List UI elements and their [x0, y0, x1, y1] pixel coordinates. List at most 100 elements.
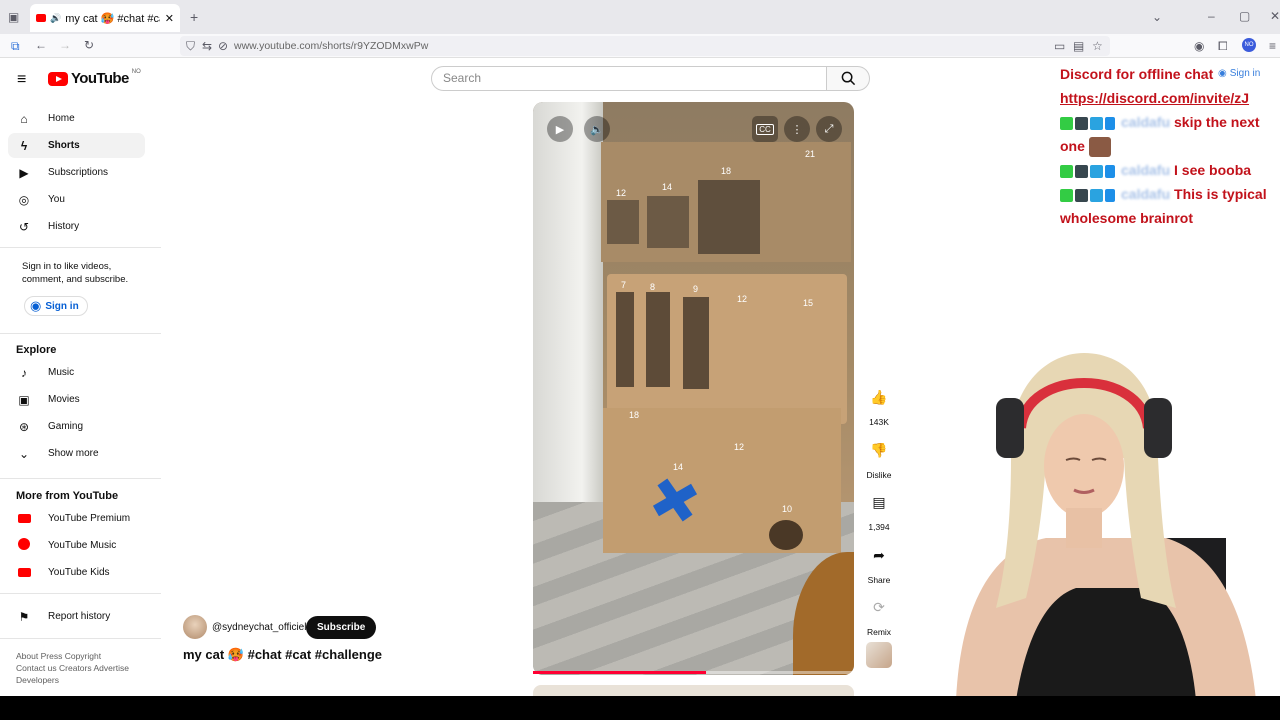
footer-link-creators[interactable]: Creators: [59, 663, 92, 673]
stream-chat-overlay: Discord for offline chat https://discord…: [1060, 62, 1280, 230]
youtube-play-logo-icon: [48, 71, 68, 86]
board-number: 10: [782, 504, 793, 514]
sidebar-item-yt-kids[interactable]: YouTube Kids: [8, 560, 145, 585]
speaker-icon[interactable]: 🔊: [50, 13, 61, 24]
comment-icon[interactable]: ▤: [864, 487, 894, 517]
reader-icon[interactable]: ▤: [1073, 40, 1084, 52]
remix-icon[interactable]: ⟳: [864, 592, 894, 622]
footer-link-developers[interactable]: Developers: [16, 675, 59, 685]
chat-badge-icon: [1075, 164, 1088, 178]
channel-name[interactable]: @sydneychat_officiel: [212, 622, 306, 633]
footer-links: About Press Copyright Contact us Creator…: [16, 650, 129, 686]
new-tab-icon[interactable]: +: [190, 10, 198, 24]
sidebar-item-premium[interactable]: YouTube Premium: [8, 506, 145, 531]
sidebar-item-report-history[interactable]: ⚑ Report history: [8, 604, 145, 629]
youtube-logo[interactable]: YouTube NO: [48, 69, 141, 87]
close-tab-icon[interactable]: ✕: [165, 12, 174, 25]
chat-message: caldafu skip the next one: [1060, 110, 1280, 158]
sidebar-divider: [0, 478, 161, 479]
channel-avatar[interactable]: [183, 615, 207, 639]
chat-discord-link[interactable]: https://discord.com/invite/zJ: [1060, 86, 1280, 110]
sound-thumbnail[interactable]: [866, 642, 892, 668]
chat-badge-icon: [1075, 188, 1088, 202]
hamburger-menu-icon[interactable]: ≡: [17, 71, 26, 89]
footer-link-about[interactable]: About: [16, 651, 38, 661]
sidebar-item-subscriptions[interactable]: ▶ Subscriptions: [8, 160, 145, 185]
volume-button[interactable]: 🔈: [584, 116, 610, 142]
maximize-icon[interactable]: ▢: [1239, 10, 1250, 22]
tab-list-icon[interactable]: ▣: [8, 11, 19, 23]
sidebar-item-label: YouTube Music: [48, 540, 117, 551]
sidebar-signin-button[interactable]: ◉ Sign in: [24, 296, 88, 316]
permissions-icon[interactable]: ⇆: [202, 40, 212, 52]
reload-icon[interactable]: ↻: [84, 39, 94, 51]
extensions-icon[interactable]: ⧠: [1218, 40, 1228, 52]
subscribe-button[interactable]: Subscribe: [306, 616, 377, 639]
sidebar-item-label: Gaming: [48, 421, 84, 432]
dislike-icon[interactable]: 👎: [864, 435, 894, 465]
sidebar-item-show-more[interactable]: ⌄ Show more: [8, 441, 145, 466]
next-short-preview[interactable]: [533, 685, 854, 696]
sidebar-item-you[interactable]: ◎ You: [8, 187, 145, 212]
share-action[interactable]: ➦ Share: [864, 540, 894, 586]
browser-tab[interactable]: 🔊 my cat 🥵 #chat #cat #cha ✕: [30, 4, 180, 32]
more-options-button[interactable]: ⋮: [784, 116, 810, 142]
search-button[interactable]: [826, 66, 870, 91]
board-number: 14: [662, 182, 673, 192]
flag-icon: ⚑: [18, 609, 30, 624]
movies-icon: ▣: [18, 392, 30, 407]
music-icon: ♪: [21, 365, 27, 380]
fullscreen-button[interactable]: ⤢: [816, 116, 842, 142]
sidebar-item-shorts[interactable]: ϟ Shorts: [8, 133, 145, 158]
address-bar[interactable]: ⛉ ⇆ ⊘ www.youtube.com/shorts/r9YZODMxwPw…: [180, 36, 1110, 56]
short-video-player[interactable]: 12 14 18 21 7 8 9 12 15 18 12 14 10 ▶ 🔈 …: [533, 102, 854, 675]
chat-promo: Discord for offline chat: [1060, 66, 1214, 82]
menu-icon[interactable]: ≡: [1269, 40, 1276, 52]
sidebar-item-movies[interactable]: ▣ Movies: [8, 387, 145, 412]
like-icon[interactable]: 👍: [864, 382, 894, 412]
close-window-icon[interactable]: ✕: [1270, 10, 1280, 22]
board-number: 12: [737, 294, 748, 304]
play-button[interactable]: ▶: [547, 116, 573, 142]
board-number: 18: [721, 166, 732, 176]
video-progress-bar[interactable]: [533, 671, 854, 674]
search-input[interactable]: Search: [431, 66, 827, 91]
volume-icon: 🔈: [590, 123, 604, 136]
pip-icon[interactable]: ▭: [1054, 40, 1065, 52]
captions-button[interactable]: CC: [752, 116, 778, 142]
sidebar-item-label: Show more: [48, 448, 99, 459]
dislike-action[interactable]: 👎 Dislike: [864, 435, 894, 481]
account-icon[interactable]: ◉: [1194, 40, 1204, 52]
sidebar-toggle-icon[interactable]: ⧉: [11, 40, 20, 52]
bookmark-star-icon[interactable]: ☆: [1092, 40, 1103, 52]
footer-link-contact[interactable]: Contact us: [16, 663, 57, 673]
sidebar-item-home[interactable]: ⌂ Home: [8, 106, 145, 131]
sidebar-item-gaming[interactable]: ⊛ Gaming: [8, 414, 145, 439]
footer-link-press[interactable]: Press: [41, 651, 63, 661]
footer-link-copyright[interactable]: Copyright: [65, 651, 101, 661]
sidebar-divider: [0, 593, 161, 594]
chat-message: caldafu I see booba: [1060, 158, 1280, 182]
remix-action[interactable]: ⟳ Remix: [864, 592, 894, 638]
sidebar-item-label: Report history: [48, 611, 111, 622]
chevron-down-icon: ⌄: [18, 446, 30, 461]
sidebar-item-yt-music[interactable]: YouTube Music: [8, 533, 145, 558]
chat-badge-icon: [1090, 164, 1103, 178]
sidebar-item-history[interactable]: ↺ History: [8, 214, 145, 239]
profile-badge[interactable]: NO: [1242, 38, 1256, 52]
share-label: Share: [867, 575, 891, 585]
forward-icon[interactable]: →: [59, 39, 71, 51]
share-icon[interactable]: ➦: [864, 540, 894, 570]
tab-overflow-icon[interactable]: ⌄: [1152, 11, 1162, 23]
minimize-icon[interactable]: –: [1208, 10, 1215, 22]
board-number: 18: [629, 410, 640, 420]
more-vert-icon: ⋮: [791, 123, 803, 136]
like-action[interactable]: 👍 143K: [864, 382, 894, 428]
comments-action[interactable]: ▤ 1,394: [864, 487, 894, 533]
back-icon[interactable]: ←: [35, 39, 47, 51]
mute-site-icon[interactable]: ⊘: [218, 40, 228, 52]
footer-link-advertise[interactable]: Advertise: [94, 663, 129, 673]
sidebar-item-music[interactable]: ♪ Music: [8, 360, 145, 385]
sidebar-item-label: Music: [48, 367, 75, 378]
shield-icon[interactable]: ⛉: [186, 40, 195, 52]
